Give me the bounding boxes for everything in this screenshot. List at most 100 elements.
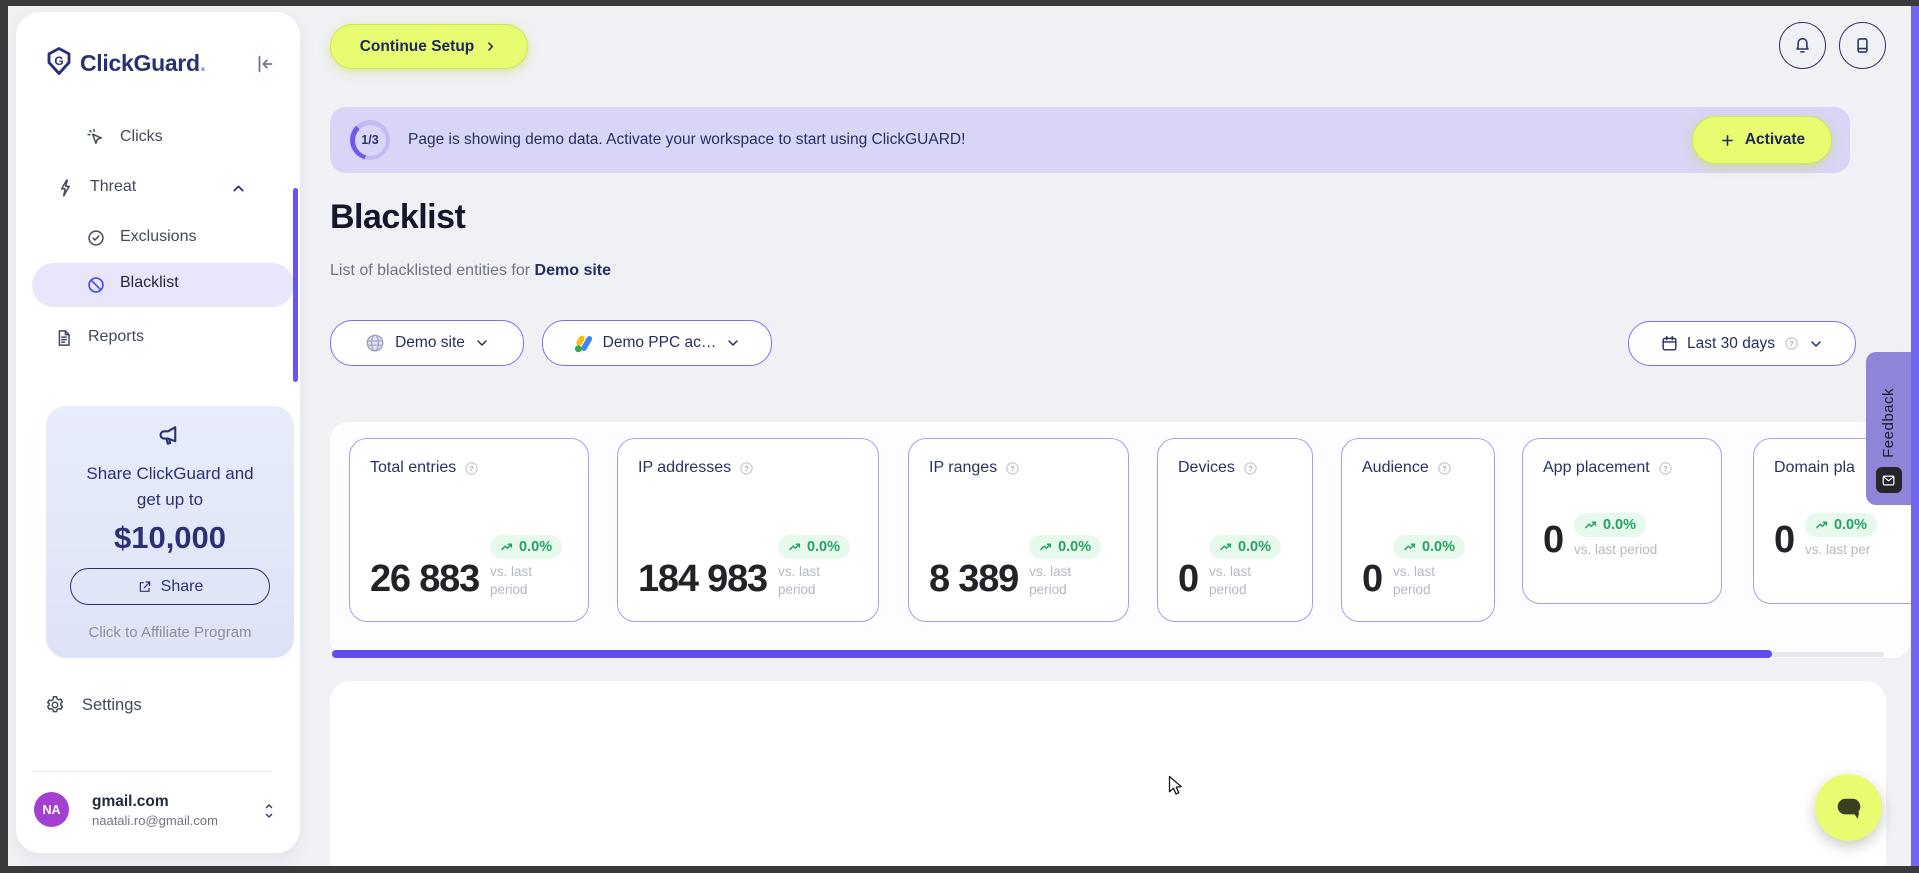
promo-text-line1: Share ClickGuard and <box>86 464 254 483</box>
share-button[interactable]: Share <box>70 568 270 605</box>
affiliate-promo-card[interactable]: Share ClickGuard and get up to $10,000 S… <box>46 406 294 658</box>
continue-setup-button[interactable]: Continue Setup <box>330 24 528 69</box>
cards-scrollbar-thumb[interactable] <box>332 650 1772 658</box>
mouse-pointer-cursor <box>1168 775 1182 795</box>
ppc-account-value: Demo PPC ac… <box>602 334 717 351</box>
account-email: naatali.ro@gmail.com <box>92 813 218 828</box>
vs-last-period-label: vs. last period <box>1392 564 1435 597</box>
account-name: gmail.com <box>92 793 169 810</box>
share-button-label: Share <box>160 577 204 595</box>
notifications-button[interactable] <box>1779 22 1826 69</box>
external-link-icon <box>139 580 150 592</box>
sidebar-item-blacklist[interactable]: Blacklist <box>32 263 294 307</box>
activate-label: Activate <box>1744 131 1806 148</box>
chevron-down-icon <box>1811 340 1821 347</box>
stat-label: Audience <box>1362 459 1429 476</box>
trending-up-icon <box>1585 521 1597 529</box>
promo-text-line2: get up to <box>136 490 204 509</box>
stat-card-audience: Audience ? 0 0.0% vs. last period <box>1341 438 1495 622</box>
document-icon <box>58 330 70 346</box>
docs-button[interactable] <box>1839 22 1886 69</box>
sidebar-item-threat[interactable]: Threat <box>56 176 296 216</box>
stat-label: IP ranges <box>929 459 998 476</box>
trending-up-icon <box>789 543 801 551</box>
subtitle-prefix: List of blacklisted entities for <box>330 262 535 279</box>
calendar-icon <box>1662 335 1677 351</box>
vs-last-period-label: vs. last period <box>1029 564 1072 597</box>
trend-value: 0.0% <box>806 539 841 555</box>
svg-text:?: ? <box>1442 464 1447 473</box>
sidebar-item-settings[interactable]: Settings <box>44 693 274 733</box>
trend-badge: 0.0% <box>1804 513 1877 537</box>
demo-data-banner: 1/3 Page is showing demo data. Activate … <box>330 107 1850 173</box>
stat-value: 184 983 <box>638 558 768 601</box>
stat-label: App placement <box>1543 459 1650 476</box>
help-icon[interactable]: ? <box>1783 335 1800 352</box>
vs-last-period-label: vs. last per <box>1804 542 1871 557</box>
chevron-down-icon <box>728 340 739 346</box>
stat-card-total-entries: Total entries ? 26 883 0.0% vs. last peri… <box>349 438 589 622</box>
ban-icon <box>88 277 104 293</box>
help-icon[interactable]: ? <box>1436 460 1453 477</box>
bell-icon <box>1796 37 1809 53</box>
window-frame-bottom <box>0 866 1919 873</box>
page-scrollbar[interactable] <box>1911 6 1919 866</box>
help-icon[interactable]: ? <box>1242 460 1259 477</box>
trend-badge: 0.0% <box>1029 535 1102 559</box>
stat-value: 0 <box>1362 558 1383 601</box>
sidebar-item-clicks[interactable]: Clicks <box>86 126 296 166</box>
date-range-selector[interactable]: Last 30 days ? <box>1628 321 1856 366</box>
stat-label: Domain pla <box>1774 459 1855 476</box>
svg-text:?: ? <box>1789 339 1794 348</box>
sidebar-item-label: Settings <box>82 696 142 714</box>
trend-value: 0.0% <box>1058 539 1092 555</box>
sidebar-divider <box>32 771 270 772</box>
chat-widget-button[interactable] <box>1815 774 1882 841</box>
setup-progress-ring: 1/3 <box>350 120 390 160</box>
book-icon <box>1857 38 1868 53</box>
activate-button[interactable]: Activate <box>1692 116 1832 164</box>
trend-value: 0.0% <box>519 539 553 555</box>
sidebar-scrollbar-thumb[interactable] <box>293 188 298 382</box>
sidebar-item-exclusions[interactable]: Exclusions <box>86 226 296 266</box>
vs-last-period-label: vs. last period <box>777 564 820 597</box>
help-icon[interactable]: ? <box>463 460 480 477</box>
trending-up-icon <box>1816 521 1828 529</box>
trend-value: 0.0% <box>1421 539 1455 555</box>
stat-value: 0 <box>1543 518 1564 561</box>
account-switcher[interactable]: NA gmail.com naatali.ro@gmail.com <box>34 792 286 840</box>
stat-value: 0 <box>1774 518 1795 561</box>
sidebar-item-reports[interactable]: Reports <box>54 326 294 366</box>
sidebar-item-label: Exclusions <box>120 228 197 245</box>
trend-badge: 0.0% <box>777 535 851 559</box>
banner-message: Page is showing demo data. Activate your… <box>408 131 966 148</box>
trending-up-icon <box>1220 543 1232 551</box>
trending-up-icon <box>501 543 513 551</box>
stat-value: 8 389 <box>929 558 1019 601</box>
site-selector[interactable]: Demo site <box>330 320 524 366</box>
window-frame-left <box>0 0 8 873</box>
feedback-tab[interactable]: Feedback <box>1866 352 1911 505</box>
feedback-label: Feedback <box>1880 388 1897 458</box>
ppc-account-selector[interactable]: Demo PPC ac… <box>542 320 772 366</box>
date-range-value: Last 30 days <box>1687 334 1775 352</box>
lightning-icon <box>60 179 70 197</box>
brand-wordmark: ClickGuard. <box>80 50 206 76</box>
help-icon[interactable]: ? <box>738 460 755 477</box>
svg-text:?: ? <box>1248 464 1253 473</box>
trend-value: 0.0% <box>1833 517 1867 533</box>
collapse-sidebar-icon[interactable] <box>252 52 276 76</box>
continue-setup-label: Continue Setup <box>359 37 475 55</box>
trend-value: 0.0% <box>1237 539 1271 555</box>
vs-last-period-label: vs. last period <box>1573 542 1658 557</box>
page-title: Blacklist <box>330 198 466 236</box>
chevron-up-icon <box>233 185 244 192</box>
google-ads-icon <box>574 335 592 352</box>
page-subtitle: List of blacklisted entities for Demo si… <box>330 262 611 280</box>
stat-label: IP addresses <box>638 459 732 476</box>
help-icon[interactable]: ? <box>1657 460 1674 477</box>
trend-badge: 0.0% <box>490 535 563 559</box>
feedback-envelope-icon <box>1875 467 1902 493</box>
svg-text:?: ? <box>1010 464 1015 473</box>
help-icon[interactable]: ? <box>1004 460 1021 477</box>
